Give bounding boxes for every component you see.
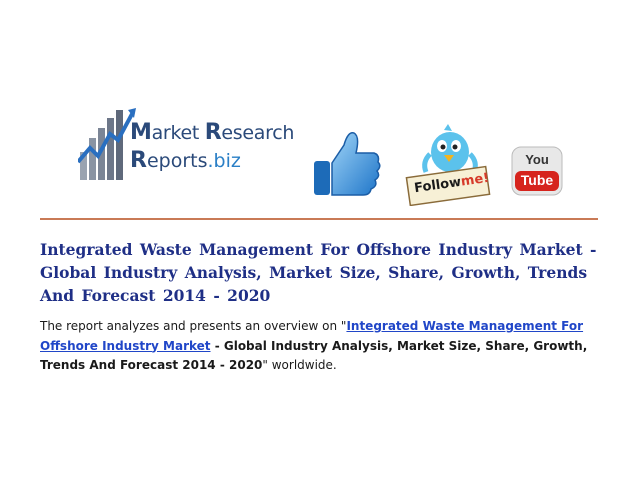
page-title: Integrated Waste Management For Offshore… [40,240,597,305]
thumbs-up-icon [314,132,381,196]
logo-word: esearch [221,122,295,144]
logo-word: arket [151,122,205,144]
follow-me-button[interactable]: Followme! [402,124,494,207]
market-research-reports-logo: Market Research Reports.biz [78,104,294,188]
youtube-button[interactable]: You Tube [511,146,563,196]
header-divider [40,218,598,220]
bar-chart-logo-icon [78,108,136,180]
report-description: The report analyzes and presents an over… [40,317,606,376]
youtube-you-label: You [525,152,549,167]
logo-text: Market Research Reports.biz [130,122,294,172]
logo-word: eports [146,150,208,172]
like-button[interactable] [308,125,384,201]
logo-letter: R [204,120,222,145]
youtube-tube-label: Tube [520,172,554,188]
logo-letter: R [130,148,147,173]
intro-text: The report analyzes and presents an over… [40,319,347,333]
outro-text: " worldwide. [262,358,337,372]
logo-letter: M [130,120,152,145]
logo-biz: .biz [207,150,241,172]
